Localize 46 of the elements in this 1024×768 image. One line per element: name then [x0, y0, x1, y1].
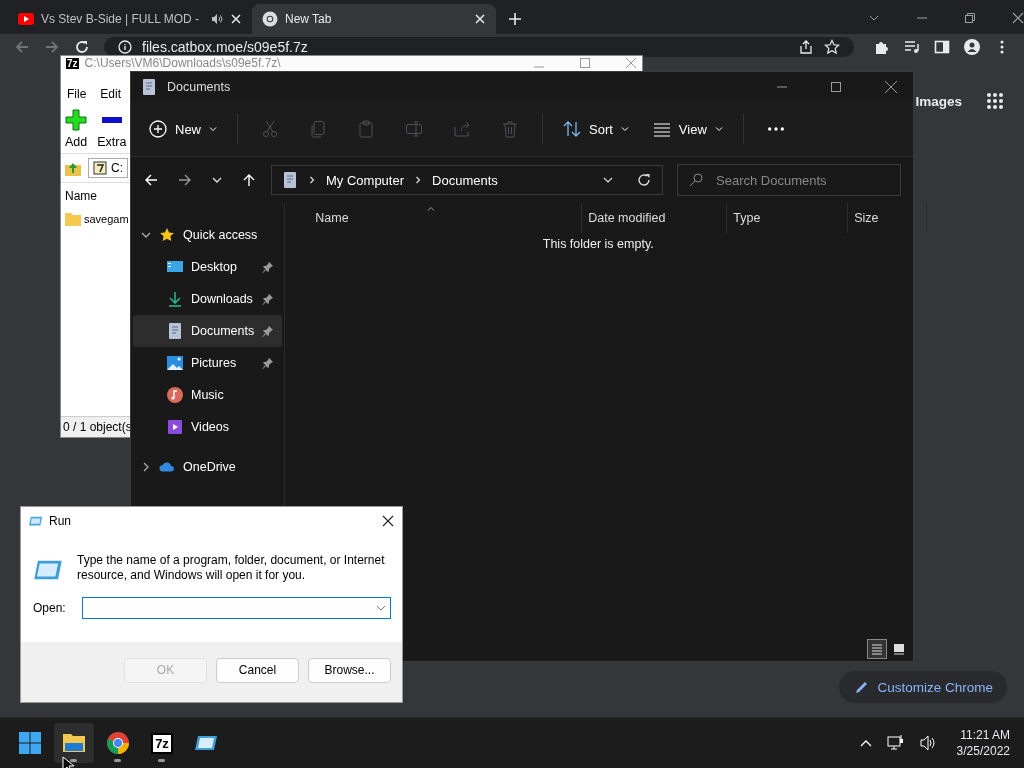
column-header[interactable]: Name [285, 203, 583, 233]
address-bar[interactable]: My Computer Documents [271, 165, 663, 195]
nav-item[interactable]: OneDrive [133, 451, 283, 483]
images-link[interactable]: Images [915, 93, 962, 109]
address-bar[interactable]: files.catbox.moe/s09e5f.7z [104, 37, 854, 57]
nav-item[interactable]: Quick access [133, 219, 283, 251]
taskbar-button[interactable]: 7z [142, 723, 182, 763]
window-title: C:\Users\VM6\Downloads\s09e5f.7z\ [84, 56, 281, 70]
column-header[interactable]: Date modified [582, 203, 728, 233]
tab-title: New Tab [285, 12, 333, 26]
column-header[interactable]: Size [848, 203, 928, 233]
toolbar-button[interactable]: Sort [553, 112, 639, 146]
address-text: files.catbox.moe/s09e5f.7z [142, 39, 308, 55]
toolbar-button[interactable]: View [642, 112, 733, 146]
dialog-title: Run [49, 514, 71, 528]
file-row[interactable]: savegam [65, 211, 129, 227]
breadcrumb-item[interactable]: My Computer [326, 172, 405, 188]
path-field[interactable]: C: [88, 158, 128, 178]
menu-item[interactable]: File [67, 87, 87, 101]
tab-title: Vs Stev B-Side | FULL MOD - [41, 12, 201, 26]
nav-item[interactable]: Documents [133, 315, 283, 347]
open-label: Open: [33, 601, 66, 615]
empty-folder-message: This folder is empty. [541, 237, 655, 251]
nav-item[interactable]: Downloads [133, 283, 283, 315]
nav-item[interactable]: Desktop [133, 251, 283, 283]
search-field[interactable]: Search Documents [677, 164, 901, 196]
app-logo-icon: 7z [151, 732, 173, 754]
window-title: Documents [167, 80, 231, 94]
clock[interactable]: 11:21 AM 3/25/2022 [956, 727, 1010, 759]
menu-item[interactable]: Edit [100, 87, 122, 101]
nav-item[interactable]: Music [133, 379, 283, 411]
dialog-button[interactable]: Browse... [308, 657, 391, 683]
instruction-text: Type the name of a program, folder, document, or Internet resource, and Windows will open it for you. [77, 553, 386, 583]
toolbar-button[interactable]: Add [65, 109, 88, 149]
breadcrumb-item[interactable]: Documents [432, 172, 498, 188]
app-logo-icon: 7z [66, 57, 79, 69]
toolbar-button[interactable]: New [139, 112, 227, 146]
toolbar-button[interactable]: Extra [97, 109, 127, 149]
customize-chrome-button[interactable]: Customize Chrome [839, 671, 1007, 703]
nav-item[interactable]: Videos [133, 411, 283, 443]
column-header[interactable]: Type [727, 203, 849, 233]
nav-item[interactable]: Pictures [133, 347, 283, 379]
dialog-button[interactable]: Cancel [216, 657, 299, 683]
column-header[interactable]: Name [65, 189, 97, 203]
browser-tab[interactable]: Vs Stev B-Side | FULL MOD - [8, 4, 252, 34]
browser-tab[interactable]: New Tab [252, 4, 496, 34]
